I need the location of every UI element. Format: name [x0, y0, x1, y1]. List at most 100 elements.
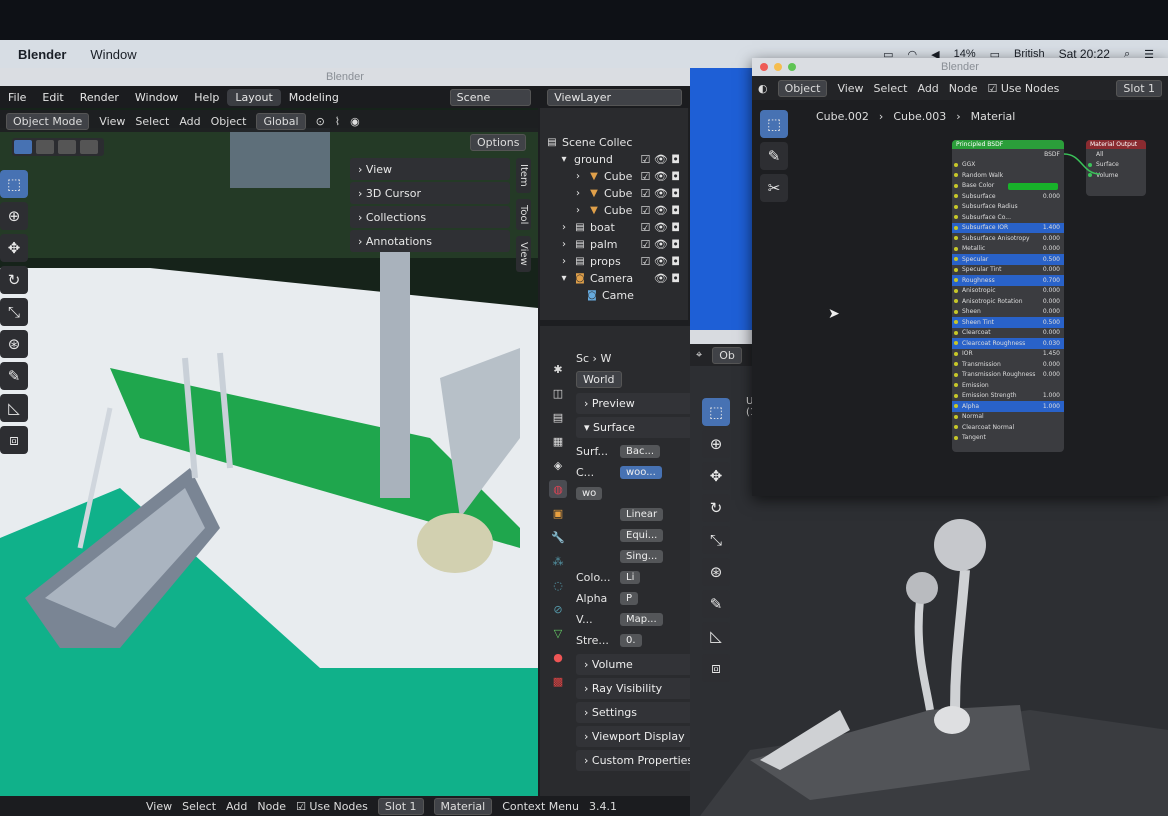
image-datablock[interactable]: wo — [576, 483, 696, 504]
socket-icon[interactable] — [954, 351, 958, 356]
menu-render[interactable]: Render — [72, 91, 127, 104]
node-menu-select[interactable]: Select — [874, 82, 908, 95]
bsdf-input-row[interactable]: Base Color — [952, 181, 1064, 192]
vp-menu-object[interactable]: Object — [211, 115, 247, 128]
bsdf-input-row[interactable]: Clearcoat Roughness 0.030 — [952, 338, 1064, 349]
colorspace-field[interactable]: Colo... Li — [576, 567, 696, 588]
outliner-row[interactable]: › ▼ Cube ☑ 👁 ◘ — [546, 185, 688, 202]
section-volume[interactable]: › Volume — [576, 654, 696, 675]
socket-icon[interactable] — [954, 435, 958, 440]
annotate-tool-icon[interactable]: ✎ — [760, 142, 788, 170]
node-menu-select[interactable]: Select — [182, 800, 216, 813]
node-menu-view[interactable]: View — [146, 800, 172, 813]
bsdf-input-row[interactable]: Subsurface Co... — [952, 212, 1064, 223]
socket-icon[interactable] — [954, 393, 958, 398]
outliner-row[interactable]: › ▤ props ☑ 👁 ◘ — [546, 253, 688, 270]
measure-tool-icon[interactable]: ◺ — [0, 394, 28, 422]
bsdf-input-row[interactable]: Anisotropic Rotation 0.000 — [952, 296, 1064, 307]
node-menu-add[interactable]: Add — [917, 82, 938, 95]
npanel-collections[interactable]: › Collections — [350, 206, 510, 228]
section-custom-properties[interactable]: › Custom Properties — [576, 750, 696, 771]
socket-icon[interactable] — [954, 246, 958, 251]
socket-icon[interactable] — [954, 173, 958, 177]
viewport-3d[interactable]: Object Mode View Select Add Object Globa… — [0, 108, 538, 798]
outliner-row[interactable]: ◙ Came — [546, 287, 688, 304]
bsdf-input-row[interactable]: Specular Tint 0.000 — [952, 265, 1064, 276]
socket-icon[interactable] — [954, 162, 958, 167]
output-icon[interactable]: ▤ — [549, 408, 567, 426]
move-tool-icon[interactable]: ✥ — [0, 234, 28, 262]
particles-icon[interactable]: ⁂ — [549, 552, 567, 570]
visibility-icons[interactable]: ☑ 👁 ◘ — [640, 221, 680, 234]
world-icon[interactable]: ◍ — [549, 480, 567, 498]
socket-icon[interactable] — [954, 425, 958, 429]
menu-file[interactable]: File — [0, 91, 34, 104]
bsdf-input-row[interactable]: Alpha 1.000 — [952, 401, 1064, 412]
bsdf-input-row[interactable]: Random Walk — [952, 170, 1064, 181]
menu-window[interactable]: Window — [127, 91, 186, 104]
scale-tool-icon[interactable]: ⤡ — [0, 298, 28, 326]
add-cube-tool-icon[interactable]: ⧈ — [0, 426, 28, 454]
editor-type-icon[interactable]: ◐ — [758, 82, 768, 95]
transform-tool-icon[interactable]: ⊛ — [0, 330, 28, 358]
visibility-icons[interactable]: ☑ 👁 ◘ — [640, 153, 680, 166]
select-tool-icon[interactable]: ⬚ — [760, 110, 788, 138]
material-icon[interactable]: ● — [549, 648, 567, 666]
section-preview[interactable]: › Preview — [576, 393, 696, 414]
vp-menu-add[interactable]: Add — [179, 115, 200, 128]
bsdf-input-row[interactable]: Sheen 0.000 — [952, 307, 1064, 318]
constraint-icon[interactable]: ⊘ — [549, 600, 567, 618]
scene-selector[interactable]: Scene — [442, 88, 540, 106]
node-menu-view[interactable]: View — [837, 82, 863, 95]
maximize-icon[interactable] — [788, 63, 796, 71]
socket-icon[interactable] — [954, 194, 958, 198]
window-menu[interactable]: Window — [90, 47, 136, 62]
bsdf-input-row[interactable]: Transmission 0.000 — [952, 359, 1064, 370]
bsdf-input-row[interactable]: Subsurface IOR 1.400 — [952, 222, 1064, 233]
socket-icon[interactable] — [954, 267, 958, 272]
socket-icon[interactable] — [954, 183, 958, 188]
tab-modeling[interactable]: Modeling — [281, 91, 347, 104]
breadcrumb-material[interactable]: Material — [971, 110, 1016, 123]
bsdf-input-row[interactable]: Emission — [952, 380, 1064, 391]
select-subtract-icon[interactable] — [58, 140, 76, 154]
socket-icon[interactable] — [954, 414, 958, 419]
projection-select[interactable]: Equi... — [576, 525, 696, 546]
bsdf-input-row[interactable]: Sheen Tint 0.500 — [952, 317, 1064, 328]
bsdf-input-row[interactable]: Specular 0.500 — [952, 254, 1064, 265]
bsdf-input-row[interactable]: IOR 1.450 — [952, 349, 1064, 360]
principled-bsdf-node[interactable]: Principled BSDF BSDF GGX Random Walk Base … — [952, 140, 1064, 452]
bsdf-input-row[interactable]: Subsurface Anisotropy 0.000 — [952, 233, 1064, 244]
section-ray-visibility[interactable]: › Ray Visibility — [576, 678, 696, 699]
bsdf-input-row[interactable]: Metallic 0.000 — [952, 244, 1064, 255]
app-menu[interactable]: Blender — [18, 47, 66, 62]
options-button[interactable]: Options — [470, 134, 527, 151]
socket-icon[interactable] — [954, 330, 958, 335]
tab-item[interactable]: Item — [516, 158, 531, 193]
outliner-row[interactable]: ▾ ◙ Camera 👁 ◘ — [546, 270, 688, 287]
slot-selector[interactable]: Slot 1 — [377, 797, 424, 815]
bsdf-input-row[interactable]: Emission Strength 1.000 — [952, 391, 1064, 402]
render-icon[interactable]: ◫ — [549, 384, 567, 402]
alpha-field[interactable]: Alpha P — [576, 588, 696, 609]
socket-icon[interactable] — [954, 288, 958, 293]
select-tool-icon[interactable]: ⬚ — [0, 170, 28, 198]
node-slot-selector[interactable]: Slot 1 — [1116, 79, 1162, 97]
socket-icon[interactable] — [954, 383, 958, 387]
socket-icon[interactable] — [954, 341, 958, 345]
socket-icon[interactable] — [954, 299, 958, 303]
menu-help[interactable]: Help — [186, 91, 227, 104]
link-cut-tool-icon[interactable]: ✂ — [760, 174, 788, 202]
bsdf-input-row[interactable]: Clearcoat 0.000 — [952, 328, 1064, 339]
npanel-3d-cursor[interactable]: › 3D Cursor — [350, 182, 510, 204]
visibility-icons[interactable]: ☑ 👁 ◘ — [640, 238, 680, 251]
physics-icon[interactable]: ◌ — [549, 576, 567, 594]
scene-icon[interactable]: ◈ — [549, 456, 567, 474]
socket-icon[interactable] — [954, 225, 958, 230]
bsdf-input-row[interactable]: Subsurface 0.000 — [952, 191, 1064, 202]
node-menu-add[interactable]: Add — [226, 800, 247, 813]
visibility-icons[interactable]: ☑ 👁 ◘ — [640, 255, 680, 268]
outliner-row[interactable]: › ▼ Cube ☑ 👁 ◘ — [546, 202, 688, 219]
bsdf-input-row[interactable]: Clearcoat Normal — [952, 422, 1064, 433]
node-menu-node[interactable]: Node — [949, 82, 978, 95]
